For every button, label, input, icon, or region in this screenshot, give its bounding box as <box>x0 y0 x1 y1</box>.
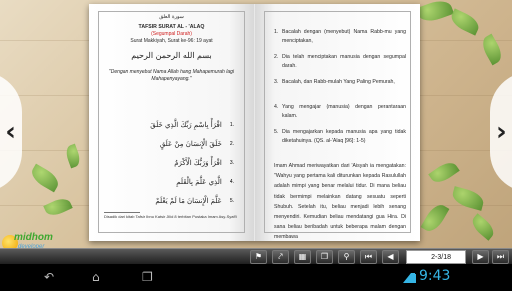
verse-arabic: عَلَّمَ الْإِنسَانَ مَا لَمْ يَعْلَمْ <box>155 197 222 205</box>
tafsir-paragraph: Imam Ahmad meriwayatkan dari 'Aisyah ia … <box>274 163 406 241</box>
next-page-arrow[interactable]: › <box>490 72 512 192</box>
book-spread[interactable]: سورة العلق TAFSIR SURAT AL - 'ALAQ (Segu… <box>89 4 420 241</box>
leaf-decoration <box>415 0 455 26</box>
thumbnails-button[interactable]: ▦ <box>294 250 311 264</box>
recent-apps-button[interactable]: ❐ <box>142 270 153 284</box>
leaf-decoration <box>28 163 62 193</box>
basmala-translation: "Dengan menyebut Nama Allah hang Mahapem… <box>109 69 234 82</box>
next-page-button[interactable]: ▶ <box>472 250 489 264</box>
translation-number: 5. <box>274 129 279 135</box>
reading-area: ‹ › سورة العلق TAFSIR SURAT AL - 'ALAQ (… <box>0 0 512 248</box>
translation-number: 3. <box>274 79 279 85</box>
translation-item: 5. Dia mengajarkan kepada manusia apa ya… <box>274 128 406 146</box>
verse-arabic: اقْرَأْ بِاسْمِ رَبِّكَ الَّذِي خَلَقَ <box>150 121 222 129</box>
bookmark-button[interactable]: ⚑ <box>250 250 267 264</box>
back-icon: ↶ <box>44 270 55 284</box>
translation-text: Yang mengajar (manusia) dengan perantara… <box>282 104 406 119</box>
translation-item: 3. Bacalah, dan Rabb-mulah Yang Paling P… <box>274 78 406 87</box>
leaf-decoration <box>63 143 83 169</box>
page-subtitle: (Segumpal Darah) <box>151 31 192 37</box>
status-clock: 9:43 <box>419 268 451 284</box>
next-page-icon: ▶ <box>477 252 484 261</box>
chevron-left-icon: ‹ <box>5 117 16 147</box>
logo-name: midhom <box>14 232 53 243</box>
page-indicator[interactable]: 2-3/18 <box>406 250 466 264</box>
translation-number: 2. <box>274 54 279 60</box>
gallery-button[interactable]: ❐ <box>316 250 333 264</box>
verse-arabic: خَلَقَ الْإِنسَانَ مِنْ عَلَقٍ <box>159 140 222 148</box>
translation-number: 1. <box>274 29 279 35</box>
page-title: TAFSIR SURAT AL - 'ALAQ <box>138 24 205 30</box>
leaf-decoration <box>43 195 73 219</box>
verse-row: الَّذِي عَلَّمَ بِالْقَلَمِ 4. <box>115 175 234 189</box>
leaf-decoration <box>478 33 506 66</box>
translation-text: Bacalah, dan Rabb-mulah Yang Paling Pemu… <box>282 79 395 85</box>
zoom-button[interactable]: ⚲ <box>338 250 355 264</box>
leaf-decoration <box>448 8 482 36</box>
battery-icon <box>410 273 416 283</box>
translation-item: 1. Bacalah dengan (menyebut) Nama Rabb-m… <box>274 28 406 46</box>
translation-text: Bacalah dengan (menyebut) Nama Rabb-mu y… <box>282 29 406 44</box>
verse-row: اقْرَأْ وَرَبُّكَ الْأَكْرَمُ 3. <box>115 156 234 170</box>
system-nav-bar: ↶ ⌂ ❐ 9:43 <box>0 264 512 291</box>
verse-number: 2. <box>229 141 234 147</box>
verse-arabic: الَّذِي عَلَّمَ بِالْقَلَمِ <box>176 178 222 186</box>
first-page-icon: ⏮ <box>364 252 373 261</box>
prev-page-button[interactable]: ◀ <box>382 250 399 264</box>
verse-number: 5. <box>229 198 234 204</box>
verse-number: 1. <box>229 122 234 128</box>
verse-row: خَلَقَ الْإِنسَانَ مِنْ عَلَقٍ 2. <box>115 137 234 151</box>
surah-header-arabic: سورة العلق <box>159 14 184 20</box>
gallery-icon: ❐ <box>320 252 329 261</box>
verse-number: 3. <box>229 160 234 166</box>
home-icon: ⌂ <box>92 270 100 284</box>
translation-text: Dia mengajarkan kepada manusia apa yang … <box>282 129 406 144</box>
first-page-button[interactable]: ⏮ <box>360 250 377 264</box>
verse-row: عَلَّمَ الْإِنسَانَ مَا لَمْ يَعْلَمْ 5. <box>115 194 234 208</box>
leaf-decoration <box>468 213 498 241</box>
prev-page-arrow[interactable]: ‹ <box>0 72 22 192</box>
translation-item: 2. Dia telah menciptakan manusia dengan … <box>274 53 406 71</box>
footnote-divider <box>104 212 140 213</box>
leaf-decoration <box>420 201 450 235</box>
verse-arabic: اقْرَأْ وَرَبُّكَ الْأَكْرَمُ <box>174 159 222 167</box>
recent-apps-icon: ❐ <box>142 270 153 284</box>
surah-info: Surat Makkiyah, Surat ke-96: 19 ayat <box>130 38 213 44</box>
right-page[interactable]: 1. Bacalah dengan (menyebut) Nama Rabb-m… <box>255 4 420 241</box>
chevron-right-icon: › <box>496 117 507 147</box>
prev-page-icon: ◀ <box>387 252 394 261</box>
last-page-button[interactable]: ⏭ <box>492 250 509 264</box>
back-button[interactable]: ↶ <box>44 270 54 284</box>
bookmark-icon: ⚑ <box>254 252 263 261</box>
leaf-decoration <box>450 186 486 211</box>
home-button[interactable]: ⌂ <box>92 270 100 284</box>
zoom-icon: ⚲ <box>343 252 350 261</box>
leaf-decoration <box>428 158 460 187</box>
share-icon: ⤤ <box>278 252 283 261</box>
translation-number: 4. <box>274 104 279 110</box>
footnote: Disadik dari kitab Tafsir Ibnu Katsir Ji… <box>104 214 238 219</box>
verse-row: اقْرَأْ بِاسْمِ رَبِّكَ الَّذِي خَلَقَ 1… <box>115 118 234 132</box>
verse-number: 4. <box>229 179 234 185</box>
last-page-icon: ⏭ <box>496 252 505 261</box>
grid-icon: ▦ <box>298 252 307 261</box>
translation-text: Dia telah menciptakan manusia dengan seg… <box>282 54 406 69</box>
reader-toolbar: ⚑ ⤤ ▦ ❐ ⚲ ⏮ ◀ 2-3/18 ▶ ⏭ <box>0 248 512 264</box>
share-button[interactable]: ⤤ <box>272 250 289 264</box>
translation-item: 4. Yang mengajar (manusia) dengan perant… <box>274 103 406 121</box>
basmala-arabic: بسم الله الرحمن الرحيم <box>131 51 212 60</box>
left-page[interactable]: سورة العلق TAFSIR SURAT AL - 'ALAQ (Segu… <box>89 4 254 241</box>
